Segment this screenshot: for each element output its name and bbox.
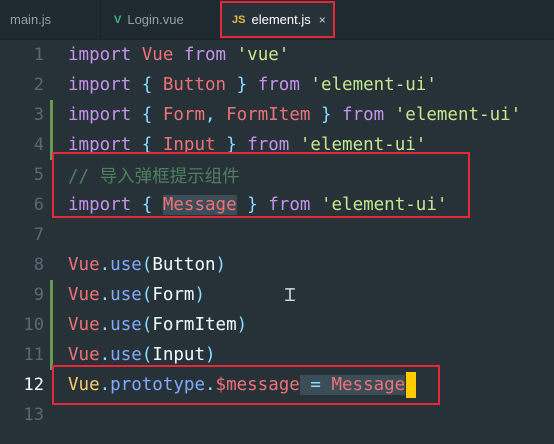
line-content: import { Form, FormItem } from 'element-… [68,105,522,125]
code-line[interactable]: 2 import { Button } from 'element-ui' [0,70,554,100]
text-cursor [406,372,417,398]
ibeam-cursor-icon: Ɪ [285,285,296,306]
code-line[interactable]: 1 import Vue from 'vue' [0,40,554,70]
code-line[interactable]: 8 Vue.use(Button) [0,250,554,280]
code-line[interactable]: 5 // 导入弹框提示组件 [0,160,554,190]
line-number: 1 [33,45,44,65]
line-content: Vue.use(Input) [68,345,216,365]
code-line[interactable]: 10 Vue.use(FormItem) [0,310,554,340]
line-content: import Vue from 'vue' [68,45,290,65]
js-icon: JS [232,13,246,26]
line-content: import { Input } from 'element-ui' [68,135,427,155]
code-line[interactable]: 4 import { Input } from 'element-ui' [0,130,554,160]
tab-login-vue[interactable]: V Login.vue [100,0,218,39]
line-number: 7 [33,225,44,245]
line-number: 5 [33,165,44,185]
line-number: 12 [23,375,44,395]
vue-icon: V [114,13,122,26]
line-content: import { Button } from 'element-ui' [68,75,437,95]
code-line[interactable]: 3 import { Form, FormItem } from 'elemen… [0,100,554,130]
line-number: 10 [23,315,44,335]
tab-bar: main.js V Login.vue JS element.js × [0,0,554,40]
line-number: 6 [33,195,44,215]
code-line[interactable]: 13 [0,400,554,430]
line-number: 9 [33,285,44,305]
line-content: Vue.use(FormItem) [68,315,248,335]
tab-element-js[interactable]: JS element.js × [220,1,335,38]
close-icon[interactable]: × [319,13,326,27]
line-content: Vue.use(Form) [68,285,206,305]
line-content: Vue.prototype.$message = Message [68,372,417,398]
line-number: 11 [23,345,44,365]
line-number: 8 [33,255,44,275]
code-editor[interactable]: 1 import Vue from 'vue' 2 import { Butto… [0,40,554,444]
line-number: 13 [23,405,44,425]
line-content: import { Message } from 'element-ui' [68,195,448,215]
tab-label: main.js [10,12,52,27]
line-number: 4 [33,135,44,155]
code-line[interactable]: 7 [0,220,554,250]
line-number: 3 [33,105,44,125]
tab-label: element.js [251,12,311,27]
line-content: Vue.use(Button) [68,255,227,275]
code-line[interactable]: 11 Vue.use(Input) [0,340,554,370]
line-content: // 导入弹框提示组件 [68,166,240,187]
tab-label: Login.vue [127,12,184,27]
line-number: 2 [33,75,44,95]
code-line[interactable]: 9 Vue.use(Form) [0,280,554,310]
tab-main-js[interactable]: main.js [0,0,100,39]
code-line-active[interactable]: 12 Vue.prototype.$message = Message [0,370,554,400]
code-line[interactable]: 6 import { Message } from 'element-ui' [0,190,554,220]
